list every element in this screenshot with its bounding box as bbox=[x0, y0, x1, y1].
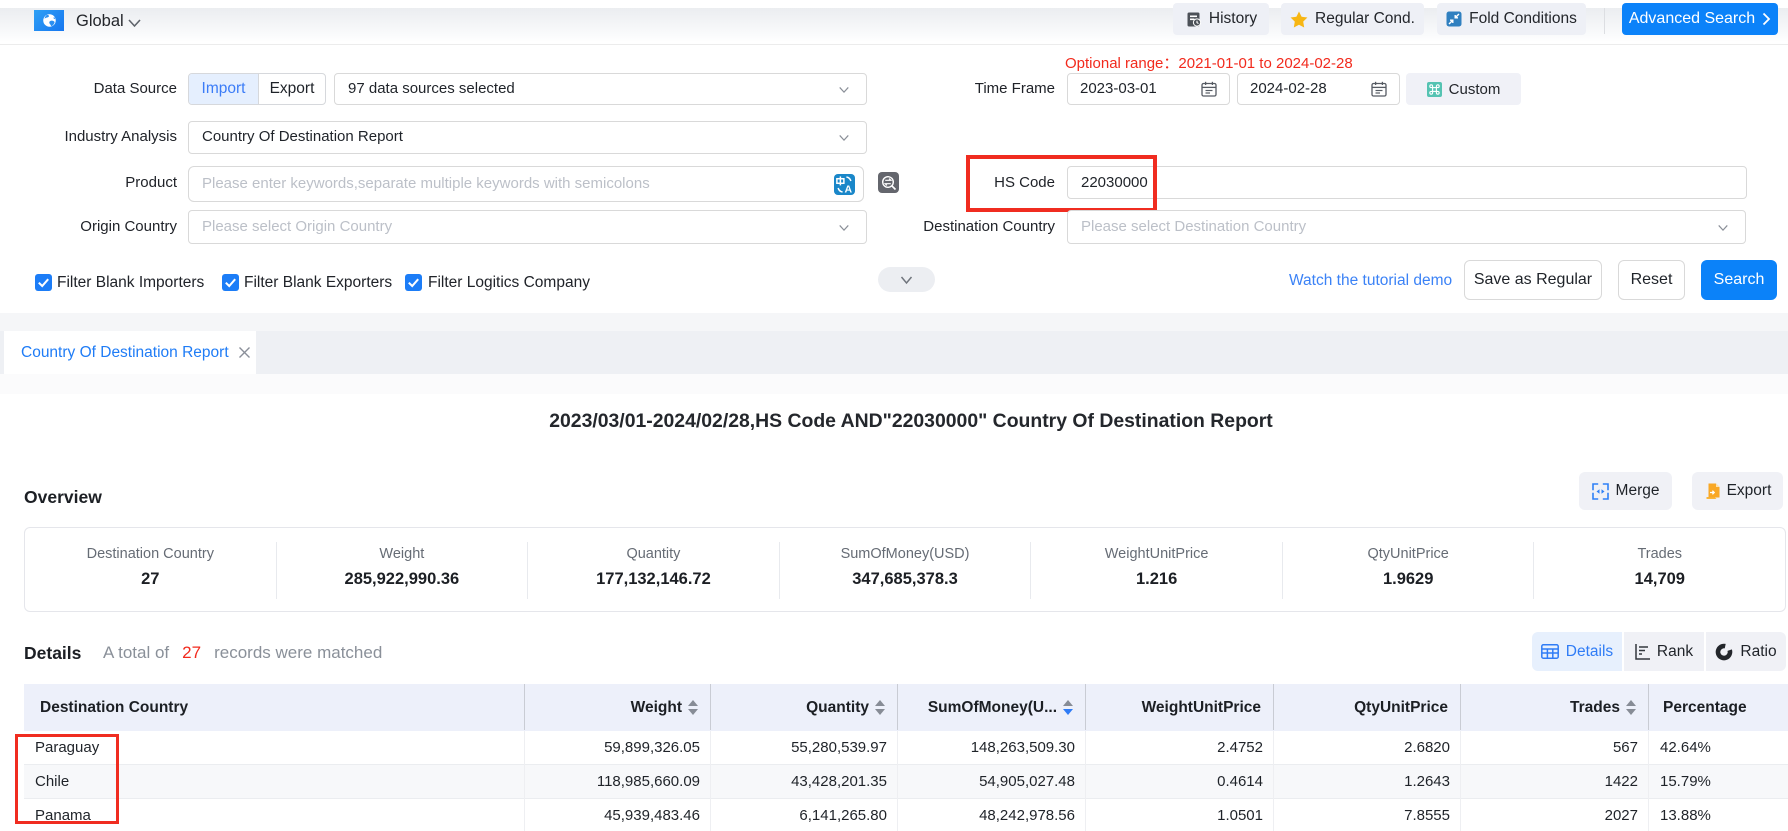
svg-text:A: A bbox=[844, 184, 852, 195]
